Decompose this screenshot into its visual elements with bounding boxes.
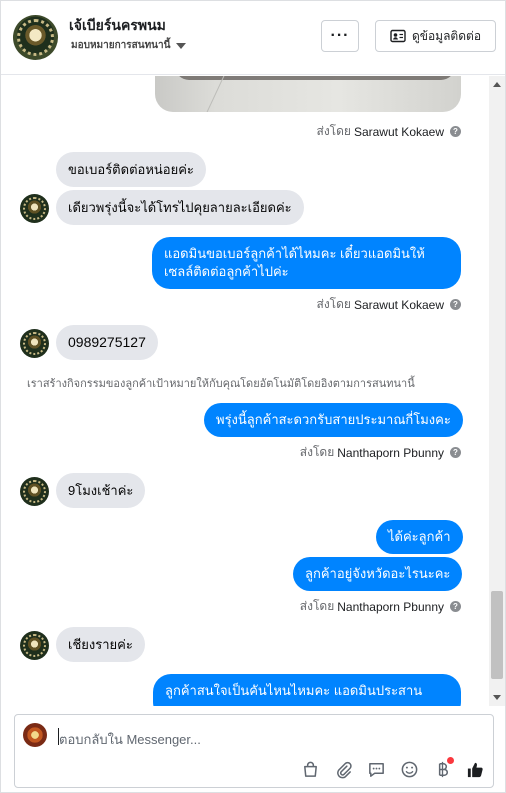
system-note: เราสร้างกิจกรรมของลูกค้าเป้าหมายให้กับคุ… (27, 378, 415, 390)
reply-composer[interactable]: ตอบกลับใน Messenger... (14, 714, 494, 788)
help-icon[interactable]: ? (450, 126, 461, 137)
view-contact-button[interactable]: ดูข้อมูลติดต่อ (375, 20, 496, 52)
incoming-message: 9โมงเช้าค่ะ (56, 473, 146, 508)
sent-by-label: ส่งโดย Sarawut Kokaew ? (317, 122, 461, 141)
assign-conversation-label: มอบหมายการสนทนานี้ (71, 40, 171, 51)
scroll-thumb[interactable] (491, 591, 503, 679)
composer-toolbar (301, 757, 485, 779)
incoming-message: เชียงรายค่ะ (56, 627, 145, 662)
scroll-up-icon[interactable] (493, 82, 501, 87)
outgoing-message: ได้ค่ะลูกค้า (376, 520, 463, 554)
customer-avatar[interactable] (20, 631, 49, 660)
sent-by-label: ส่งโดย Sarawut Kokaew ? (317, 295, 461, 314)
sender-name: Nanthaporn Pbunny (337, 445, 444, 460)
sender-name: Nanthaporn Pbunny (337, 599, 444, 614)
customer-avatar[interactable] (20, 194, 49, 223)
customer-avatar[interactable] (20, 477, 49, 506)
like-icon[interactable] (466, 760, 485, 779)
chat-scrollbar[interactable] (489, 76, 505, 706)
assign-conversation-dropdown[interactable]: มอบหมายการสนทนานี้ (71, 38, 187, 53)
sent-by-label: ส่งโดย Nanthaporn Pbunny ? (300, 443, 461, 462)
notification-dot (447, 757, 454, 764)
page-avatar[interactable] (13, 15, 58, 60)
scroll-down-icon[interactable] (493, 695, 501, 700)
outgoing-message: แอดมินขอเบอร์ลูกค้าได้ไหมคะ เดี๋ยวแอดมิน… (152, 237, 461, 289)
incoming-message: 0989275127 (56, 325, 158, 360)
help-icon[interactable]: ? (450, 601, 461, 612)
baht-icon[interactable] (433, 757, 454, 779)
contact-card-icon (390, 29, 406, 43)
help-icon[interactable]: ? (450, 299, 461, 310)
outgoing-message: พรุ่งนี้ลูกค้าสะดวกรับสายประมาณกี่โมงคะ (204, 403, 463, 437)
incoming-message: เดียวพรุ่งนี้จะได้โทรไปคุยลายละเอียดค่ะ (56, 190, 304, 225)
message-thread: ส่งโดย Sarawut Kokaew ? ขอเบอร์ติดต่อหน่… (1, 76, 489, 706)
bag-icon[interactable] (301, 760, 320, 779)
page-name[interactable]: เจ้เบียร์นครพนม (69, 15, 166, 37)
paperclip-icon[interactable] (334, 760, 353, 779)
more-options-button[interactable]: ··· (321, 20, 359, 52)
view-contact-label: ดูข้อมูลติดต่อ (411, 28, 482, 43)
conversation-header: เจ้เบียร์นครพนม มอบหมายการสนทนานี้ ··· ด… (1, 1, 505, 75)
message-photo[interactable] (155, 76, 461, 112)
incoming-message: ขอเบอร์ติดต่อหน่อยค่ะ (56, 152, 206, 187)
customer-avatar[interactable] (20, 329, 49, 358)
help-icon[interactable]: ? (450, 447, 461, 458)
emoji-icon[interactable] (400, 760, 419, 779)
chat-icon[interactable] (367, 760, 386, 779)
page-avatar-small (23, 723, 47, 747)
sent-by-label: ส่งโดย Nanthaporn Pbunny ? (300, 597, 461, 616)
outgoing-message: ลูกค้าสนใจเป็นคันไหนไหมคะ แอดมินประสาน (153, 674, 461, 706)
reply-input[interactable]: ตอบกลับใน Messenger... (59, 729, 201, 750)
sender-name: Sarawut Kokaew (353, 297, 444, 312)
inbox-conversation-panel: เจ้เบียร์นครพนม มอบหมายการสนทนานี้ ··· ด… (0, 0, 506, 793)
outgoing-message: ลูกค้าอยู่จังหวัดอะไรนะคะ (293, 557, 463, 591)
caret-down-icon (176, 42, 187, 49)
sender-name: Sarawut Kokaew (353, 124, 444, 139)
